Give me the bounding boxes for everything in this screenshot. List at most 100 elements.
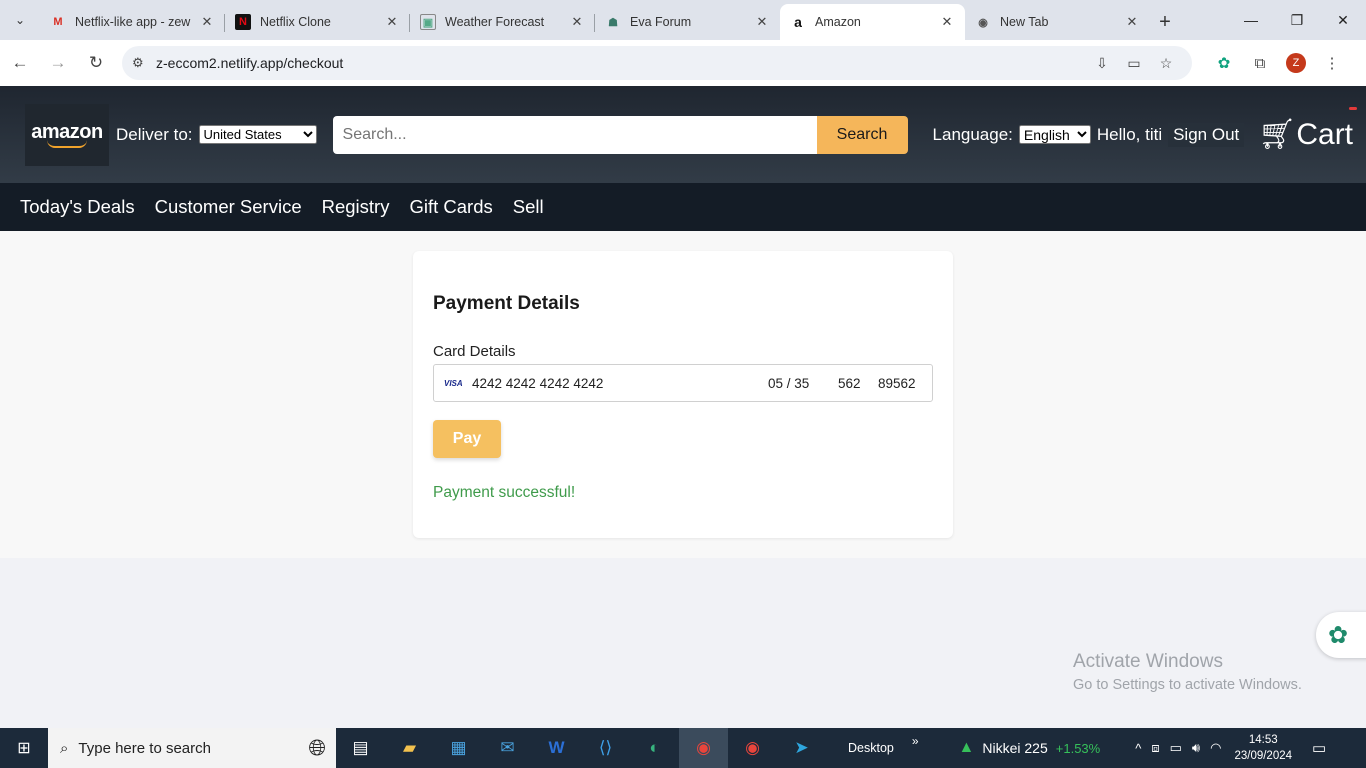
close-icon[interactable]: ✕ xyxy=(1124,14,1140,30)
forward-button[interactable]: → xyxy=(40,45,76,81)
nav-registry[interactable]: Registry xyxy=(322,196,390,218)
nav-customer-service[interactable]: Customer Service xyxy=(155,196,302,218)
tab-netflix-clone[interactable]: N Netflix Clone ✕ xyxy=(225,4,410,40)
chevron-down-icon: ⌄ xyxy=(14,13,26,27)
notification-icon[interactable]: ▭ xyxy=(1312,739,1326,757)
nav-gift-cards[interactable]: Gift Cards xyxy=(409,196,492,218)
checkout-main: Payment Details Card Details VISA 4242 4… xyxy=(0,231,1366,558)
menu-icon[interactable]: ⋮ xyxy=(1314,54,1350,72)
star-icon[interactable]: ☆ xyxy=(1150,55,1182,72)
page-background xyxy=(0,558,1366,728)
close-icon[interactable]: ✕ xyxy=(199,14,215,30)
tab-weather[interactable]: ▣ Weather Forecast ✕ xyxy=(410,4,595,40)
chevron-up-icon[interactable]: ^ xyxy=(1135,741,1141,756)
task-view-button[interactable]: ▤ xyxy=(336,728,385,768)
chrome-icon: ◉ xyxy=(978,16,988,29)
ticker-change: +1.53% xyxy=(1055,740,1101,756)
profile-avatar[interactable]: Z xyxy=(1286,53,1306,73)
taskbar-search[interactable]: ⌕ Type here to search 🌐︎ xyxy=(48,728,336,768)
window-controls: — ❐ ✕ xyxy=(1228,0,1366,40)
chrome-icon: ◉ xyxy=(745,738,760,757)
card-zip[interactable]: 89562 xyxy=(878,376,922,391)
tab-netflix-like[interactable]: M Netflix-like app - zew ✕ xyxy=(40,4,225,40)
telegram-icon: ➤ xyxy=(794,738,809,757)
url-text[interactable]: z-eccom2.netlify.app/checkout xyxy=(156,55,1086,71)
minimize-button[interactable]: — xyxy=(1228,0,1274,40)
nav-todays-deals[interactable]: Today's Deals xyxy=(20,196,135,218)
reload-button[interactable]: ↻ xyxy=(78,45,114,81)
extensions-icon[interactable]: ⧉ xyxy=(1242,55,1278,72)
battery-icon[interactable]: ▭ xyxy=(1170,740,1182,756)
vscode-button[interactable]: ⟨⟩ xyxy=(581,728,630,768)
restore-button[interactable]: ❐ xyxy=(1274,0,1320,40)
watermark-subtitle: Go to Settings to activate Windows. xyxy=(1073,677,1302,693)
chrome-button[interactable]: ◉ xyxy=(679,728,728,768)
tab-new-tab[interactable]: ◉ New Tab ✕ xyxy=(965,4,1150,40)
back-button[interactable]: ← xyxy=(2,45,38,81)
stock-ticker[interactable]: ▲ Nikkei 225 +1.53% xyxy=(959,739,1101,757)
site-header: amazon Deliver to: United States Search … xyxy=(0,86,1366,183)
browser-tabstrip: ⌄ M Netflix-like app - zew ✕ N Netflix C… xyxy=(0,0,1366,40)
card-details-input[interactable]: VISA 4242 4242 4242 4242 05 / 35 562 895… xyxy=(433,364,933,402)
chatgpt-extension-icon[interactable]: ✿ xyxy=(1206,54,1242,72)
word-button[interactable]: W xyxy=(532,728,581,768)
amazon-logo[interactable]: amazon xyxy=(25,103,109,166)
store-button[interactable]: ▦ xyxy=(434,728,483,768)
watermark-title: Activate Windows xyxy=(1073,651,1223,672)
start-button[interactable]: ⊞ xyxy=(0,728,48,768)
close-icon[interactable]: ✕ xyxy=(384,14,400,30)
restore-icon: ❐ xyxy=(1290,11,1304,28)
telegram-button[interactable]: ➤ xyxy=(777,728,826,768)
chatgpt-floating-button[interactable]: ✿ xyxy=(1316,612,1366,658)
desktop-toolbar-label[interactable]: Desktop xyxy=(848,741,894,755)
clock[interactable]: 14:53 23/09/2024 xyxy=(1234,732,1292,764)
tab-search-button[interactable]: ⌄ xyxy=(0,0,40,40)
arrow-left-icon: ← xyxy=(11,53,29,72)
tab-eva-forum[interactable]: ☗ Eva Forum ✕ xyxy=(595,4,780,40)
activate-windows-watermark: Activate Windows Go to Settings to activ… xyxy=(1073,651,1302,693)
pay-button[interactable]: Pay xyxy=(433,420,501,458)
visa-icon: VISA xyxy=(444,378,463,388)
gmail-icon: M xyxy=(53,16,63,28)
payment-card: Payment Details Card Details VISA 4242 4… xyxy=(413,251,953,538)
sign-out-button[interactable]: Sign Out xyxy=(1168,122,1245,147)
search-input[interactable] xyxy=(332,115,817,154)
install-app-icon[interactable]: ⇩ xyxy=(1086,55,1118,72)
chrome-icon: ◉ xyxy=(696,738,711,757)
edge-button[interactable]: ◐ xyxy=(630,728,679,768)
close-icon[interactable]: ✕ xyxy=(939,14,955,30)
chrome-profile-button[interactable]: ◉ xyxy=(728,728,777,768)
card-icon[interactable]: ▭ xyxy=(1118,55,1150,72)
browser-toolbar: ← → ↻ ⚙ z-eccom2.netlify.app/checkout ⇩ … xyxy=(0,40,1366,86)
volume-icon[interactable]: 🔊︎ xyxy=(1192,740,1200,756)
card-expiry[interactable]: 05 / 35 xyxy=(768,376,838,391)
close-icon[interactable]: ✕ xyxy=(754,14,770,30)
site-info-icon[interactable]: ⚙ xyxy=(132,55,156,71)
card-details-label: Card Details xyxy=(433,343,516,360)
cart-icon: 🛒︎ xyxy=(1258,118,1297,151)
tab-amazon[interactable]: a Amazon ✕ xyxy=(780,4,965,40)
language-select[interactable]: English xyxy=(1018,125,1091,144)
file-explorer-button[interactable]: ▰ xyxy=(385,728,434,768)
close-window-button[interactable]: ✕ xyxy=(1320,0,1366,40)
chevron-right-icon[interactable]: » xyxy=(912,734,919,748)
mail-button[interactable]: ✉ xyxy=(483,728,532,768)
tab-title: New Tab xyxy=(1000,15,1049,29)
nav-sell[interactable]: Sell xyxy=(513,196,544,218)
new-tab-button[interactable]: + xyxy=(1150,4,1180,40)
card-number[interactable]: 4242 4242 4242 4242 xyxy=(472,376,768,391)
arrow-right-icon: → xyxy=(49,53,67,72)
meet-icon[interactable]: ⧈ xyxy=(1151,740,1159,756)
search-button[interactable]: Search xyxy=(816,115,908,154)
tab-title: Weather Forecast xyxy=(445,15,545,29)
address-bar[interactable]: ⚙ z-eccom2.netlify.app/checkout ⇩ ▭ ☆ xyxy=(122,46,1192,80)
cart-link[interactable]: 🛒︎ Cart xyxy=(1258,107,1358,152)
card-cvc[interactable]: 562 xyxy=(838,376,878,391)
tab-title: Netflix-like app - zew xyxy=(75,15,191,29)
country-select[interactable]: United States xyxy=(198,125,317,144)
cart-label: Cart xyxy=(1296,117,1354,151)
close-icon[interactable]: ✕ xyxy=(569,14,585,30)
edge-icon: ◐ xyxy=(649,738,660,757)
wifi-icon[interactable]: ◠ xyxy=(1210,740,1221,756)
netflix-icon: N xyxy=(235,14,251,30)
